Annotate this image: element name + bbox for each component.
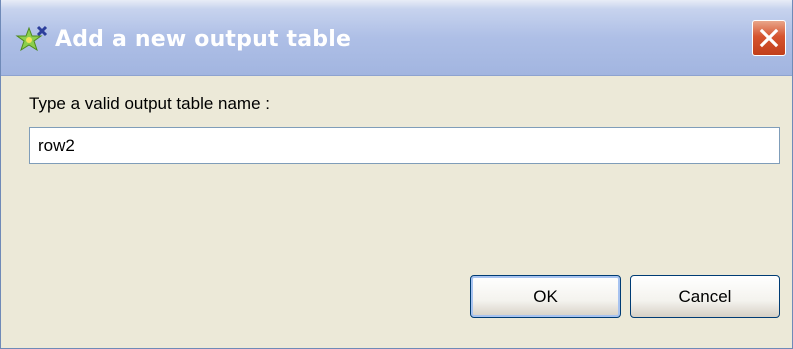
ok-button[interactable]: OK — [470, 275, 621, 318]
add-output-table-dialog: Add a new output table Type a valid outp… — [0, 0, 793, 349]
close-button[interactable] — [752, 20, 786, 56]
table-name-input[interactable] — [29, 127, 780, 164]
close-icon — [759, 28, 779, 48]
title-bar[interactable]: Add a new output table — [1, 0, 792, 76]
table-name-label: Type a valid output table name : — [29, 94, 270, 113]
add-table-icon — [15, 24, 49, 58]
cancel-button[interactable]: Cancel — [630, 275, 780, 318]
dialog-title: Add a new output table — [55, 27, 352, 52]
